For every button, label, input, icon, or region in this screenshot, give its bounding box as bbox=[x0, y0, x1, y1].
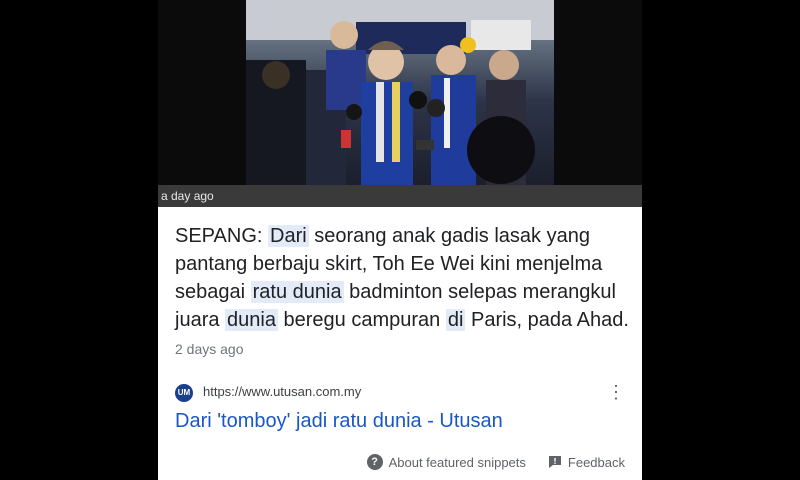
snippet-text-part: beregu campuran bbox=[277, 309, 446, 331]
source-url[interactable]: https://www.utusan.com.my bbox=[203, 384, 361, 399]
result-title-link[interactable]: Dari 'tomboy' jadi ratu dunia - Utusan bbox=[175, 410, 503, 433]
snippet-highlight: dunia bbox=[225, 309, 278, 331]
snippet-highlight: ratu dunia bbox=[250, 281, 344, 303]
photo-area bbox=[158, 0, 642, 185]
site-favicon: UM bbox=[175, 384, 193, 402]
press-crowd-illustration bbox=[246, 0, 554, 185]
help-circle-icon: ? bbox=[366, 454, 383, 470]
news-photo[interactable] bbox=[246, 0, 554, 185]
feedback-label: Feedback bbox=[567, 454, 625, 470]
featured-snippet-card: a day ago SEPANG: Dari seorang anak gadi… bbox=[158, 0, 642, 480]
feedback-icon bbox=[548, 456, 561, 468]
snippet-footer: ? About featured snippets Feedback bbox=[366, 454, 625, 470]
more-options-icon[interactable]: ⋮ bbox=[607, 382, 625, 403]
source-row: UM https://www.utusan.com.my ⋮ bbox=[175, 382, 625, 405]
photo-timestamp: a day ago bbox=[158, 185, 642, 207]
snippet-text-part: SEPANG: bbox=[175, 225, 268, 247]
about-featured-snippets-link[interactable]: ? About featured snippets bbox=[366, 454, 526, 470]
about-label: About featured snippets bbox=[388, 454, 526, 470]
snippet-highlight: di bbox=[445, 309, 466, 331]
snippet-text-part: Paris, pada Ahad. bbox=[465, 309, 629, 331]
feedback-link[interactable]: Feedback bbox=[548, 455, 625, 470]
snippet-text: SEPANG: Dari seorang anak gadis lasak ya… bbox=[175, 222, 630, 363]
snippet-highlight: Dari bbox=[268, 225, 309, 247]
snippet-time-ago: 2 days ago bbox=[175, 341, 244, 357]
